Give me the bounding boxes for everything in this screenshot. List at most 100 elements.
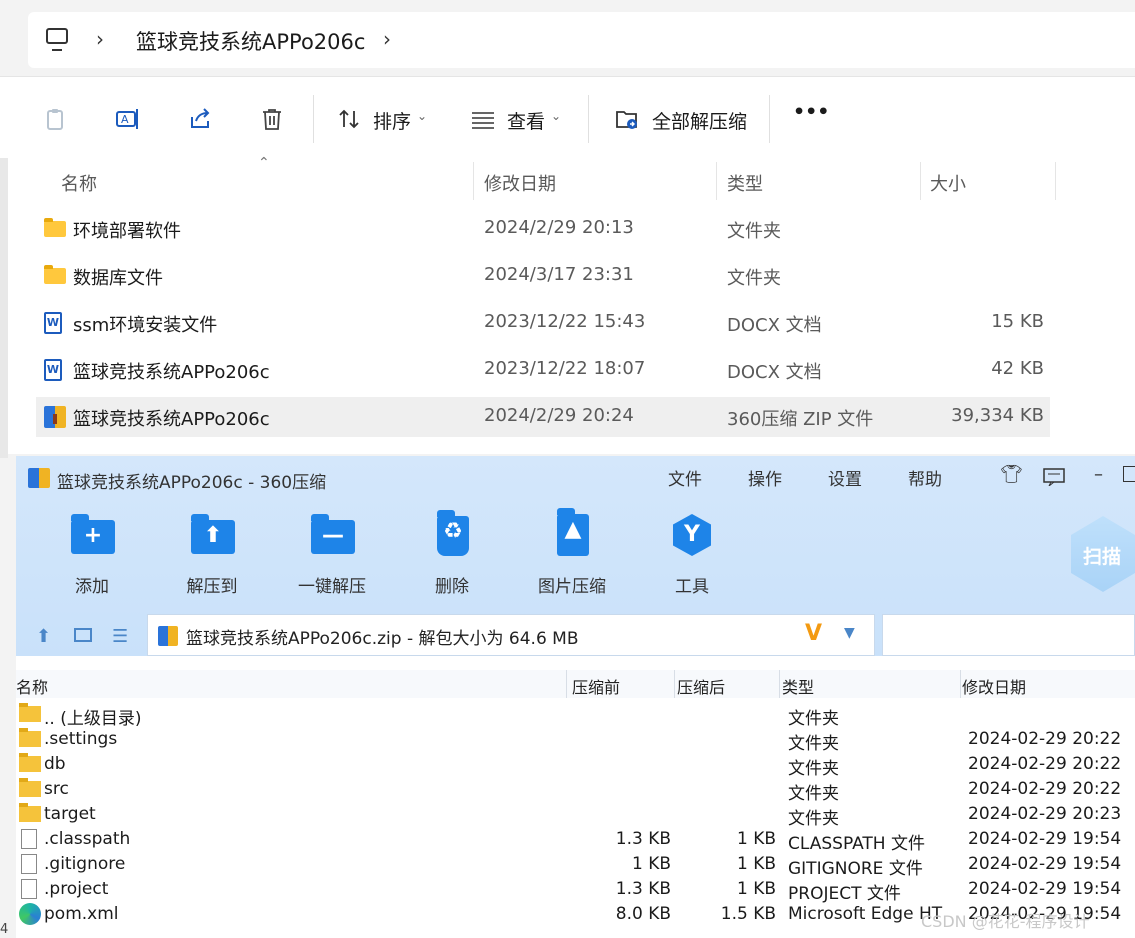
column-header-date[interactable]: 修改日期 — [962, 674, 1026, 698]
entry-name: .. (上级目录) — [44, 709, 142, 729]
file-size: 39,334 KB — [951, 405, 1044, 426]
view-button[interactable]: 查看 — [507, 107, 545, 134]
menu-help[interactable]: 帮助 — [908, 465, 942, 490]
add-button[interactable]: + 添加 — [47, 512, 137, 597]
entry-name: src — [44, 779, 69, 799]
delete-button[interactable]: ♻ 删除 — [407, 510, 497, 597]
thumbnail-view-icon[interactable] — [74, 628, 92, 642]
column-divider[interactable] — [1055, 162, 1056, 200]
feedback-icon[interactable] — [1043, 468, 1065, 486]
file-row[interactable]: W ssm环境安装文件 2023/12/22 15:43 DOCX 文档 15 … — [36, 303, 1050, 343]
file-row[interactable]: 数据库文件 2024/3/17 23:31 文件夹 — [36, 256, 1050, 296]
column-divider[interactable] — [779, 670, 780, 698]
entry-date: 2024-02-29 19:54 — [968, 879, 1122, 899]
skin-icon[interactable]: 👕︎ — [1000, 464, 1023, 485]
folder-icon — [19, 728, 41, 747]
file-row[interactable]: W 篮球竞技系统APPo206c 2023/12/22 18:07 DOCX 文… — [36, 350, 1050, 390]
archive-row[interactable]: db 文件夹 2024-02-29 20:22 — [16, 752, 1135, 779]
chevron-right-icon[interactable]: › — [96, 27, 104, 51]
entry-size-after: 1.5 KB — [720, 904, 776, 924]
word-doc-icon: W — [44, 312, 62, 334]
image-compress-icon: ▲ — [547, 508, 597, 558]
file-type: 文件夹 — [727, 268, 781, 289]
app-logo-icon — [28, 468, 50, 488]
entry-type: Microsoft Edge HT — [788, 904, 943, 924]
entry-type: 文件夹 — [788, 809, 839, 829]
paste-icon[interactable] — [44, 107, 68, 131]
column-header-type[interactable]: 类型 — [727, 170, 763, 196]
maximize-button[interactable] — [1123, 466, 1135, 482]
column-header-name[interactable]: 名称 — [16, 674, 48, 698]
rename-icon[interactable]: A — [116, 107, 140, 131]
breadcrumb-folder[interactable]: 篮球竞技系统APPo206c — [136, 26, 365, 56]
archive-row[interactable]: target 文件夹 2024-02-29 20:23 — [16, 802, 1135, 829]
file-row[interactable]: 环境部署软件 2024/2/29 20:13 文件夹 — [36, 209, 1050, 249]
archive-row[interactable]: src 文件夹 2024-02-29 20:22 — [16, 777, 1135, 804]
column-header-after[interactable]: 压缩后 — [677, 674, 725, 698]
list-view-icon[interactable]: ☰ — [112, 626, 128, 647]
image-compress-button[interactable]: ▲ 图片压缩 — [527, 508, 617, 597]
file-name: 环境部署软件 — [73, 221, 181, 242]
file-date: 2023/12/22 15:43 — [484, 311, 646, 332]
chevron-down-icon[interactable]: ▼ — [844, 625, 855, 641]
file-row-selected[interactable]: 篮球竞技系统APPo206c 2024/2/29 20:24 360压缩 ZIP… — [36, 397, 1050, 437]
entry-type: 文件夹 — [788, 709, 839, 729]
column-header-date[interactable]: 修改日期 — [484, 170, 556, 196]
column-divider[interactable] — [960, 670, 961, 698]
column-header-type[interactable]: 类型 — [782, 674, 814, 698]
column-header-size[interactable]: 大小 — [930, 170, 966, 196]
view-icon[interactable] — [471, 107, 495, 131]
entry-date: 2024-02-29 19:54 — [968, 854, 1122, 874]
word-doc-icon: W — [44, 359, 62, 381]
search-input[interactable] — [882, 614, 1135, 656]
entry-date: 2024-02-29 19:54 — [968, 829, 1122, 849]
column-divider[interactable] — [566, 670, 567, 698]
extract-all-button[interactable]: 全部解压缩 — [652, 107, 747, 134]
chevron-down-icon[interactable]: ⌄ — [417, 109, 427, 123]
tools-icon: Y — [667, 512, 717, 558]
menu-settings[interactable]: 设置 — [828, 465, 862, 490]
chevron-down-icon[interactable]: ⌄ — [551, 109, 561, 123]
column-header-name[interactable]: 名称 — [61, 170, 97, 196]
one-click-extract-button[interactable]: — 一键解压 — [287, 512, 377, 597]
archive-row[interactable]: .. (上级目录) 文件夹 — [16, 702, 1135, 729]
archive-row[interactable]: .settings 文件夹 2024-02-29 20:22 — [16, 727, 1135, 754]
column-divider[interactable] — [716, 162, 717, 200]
scan-button[interactable]: 扫描 — [1071, 516, 1135, 592]
menu-operate[interactable]: 操作 — [748, 465, 782, 490]
extract-all-icon[interactable] — [615, 107, 639, 131]
folder-icon — [44, 265, 66, 284]
file-icon — [21, 879, 37, 899]
archive-path-box[interactable]: 篮球竞技系统APPo206c.zip - 解包大小为 64.6 MB V ▼ — [147, 614, 875, 656]
archive-row[interactable]: .classpath 1.3 KB 1 KB CLASSPATH 文件 2024… — [16, 827, 1135, 854]
column-divider[interactable] — [920, 162, 921, 200]
entry-size-before: 8.0 KB — [615, 904, 671, 924]
extract-to-button[interactable]: ⬆ 解压到 — [167, 512, 257, 597]
sort-icon[interactable] — [337, 107, 361, 131]
folder-icon — [19, 753, 41, 772]
archive-row[interactable]: .project 1.3 KB 1 KB PROJECT 文件 2024-02-… — [16, 877, 1135, 904]
zip-icon — [158, 626, 178, 646]
image-compress-label: 图片压缩 — [538, 577, 606, 597]
folder-icon — [44, 218, 66, 237]
up-arrow-icon[interactable]: ⬆︎ — [36, 626, 51, 647]
entry-type: PROJECT 文件 — [788, 884, 901, 904]
entry-type: GITIGNORE 文件 — [788, 859, 923, 879]
share-icon[interactable] — [188, 107, 212, 131]
minimize-button[interactable]: – — [1094, 464, 1103, 485]
scan-label: 扫描 — [1083, 546, 1122, 568]
v-logo-icon: V — [805, 621, 823, 646]
sort-button[interactable]: 排序 — [373, 107, 411, 134]
chevron-right-icon[interactable]: › — [383, 27, 391, 51]
this-pc-icon[interactable] — [46, 28, 68, 51]
column-header-before[interactable]: 压缩前 — [572, 674, 620, 698]
entry-name: .project — [44, 879, 109, 899]
archive-row[interactable]: .gitignore 1 KB 1 KB GITIGNORE 文件 2024-0… — [16, 852, 1135, 879]
tools-button[interactable]: Y 工具 — [647, 512, 737, 597]
menu-file[interactable]: 文件 — [668, 465, 702, 490]
delete-icon[interactable] — [260, 107, 284, 131]
more-options-button[interactable]: ••• — [793, 101, 829, 123]
archive-path: 篮球竞技系统APPo206c.zip - 解包大小为 64.6 MB — [186, 629, 579, 649]
column-divider[interactable] — [473, 162, 474, 200]
column-divider[interactable] — [674, 670, 675, 698]
